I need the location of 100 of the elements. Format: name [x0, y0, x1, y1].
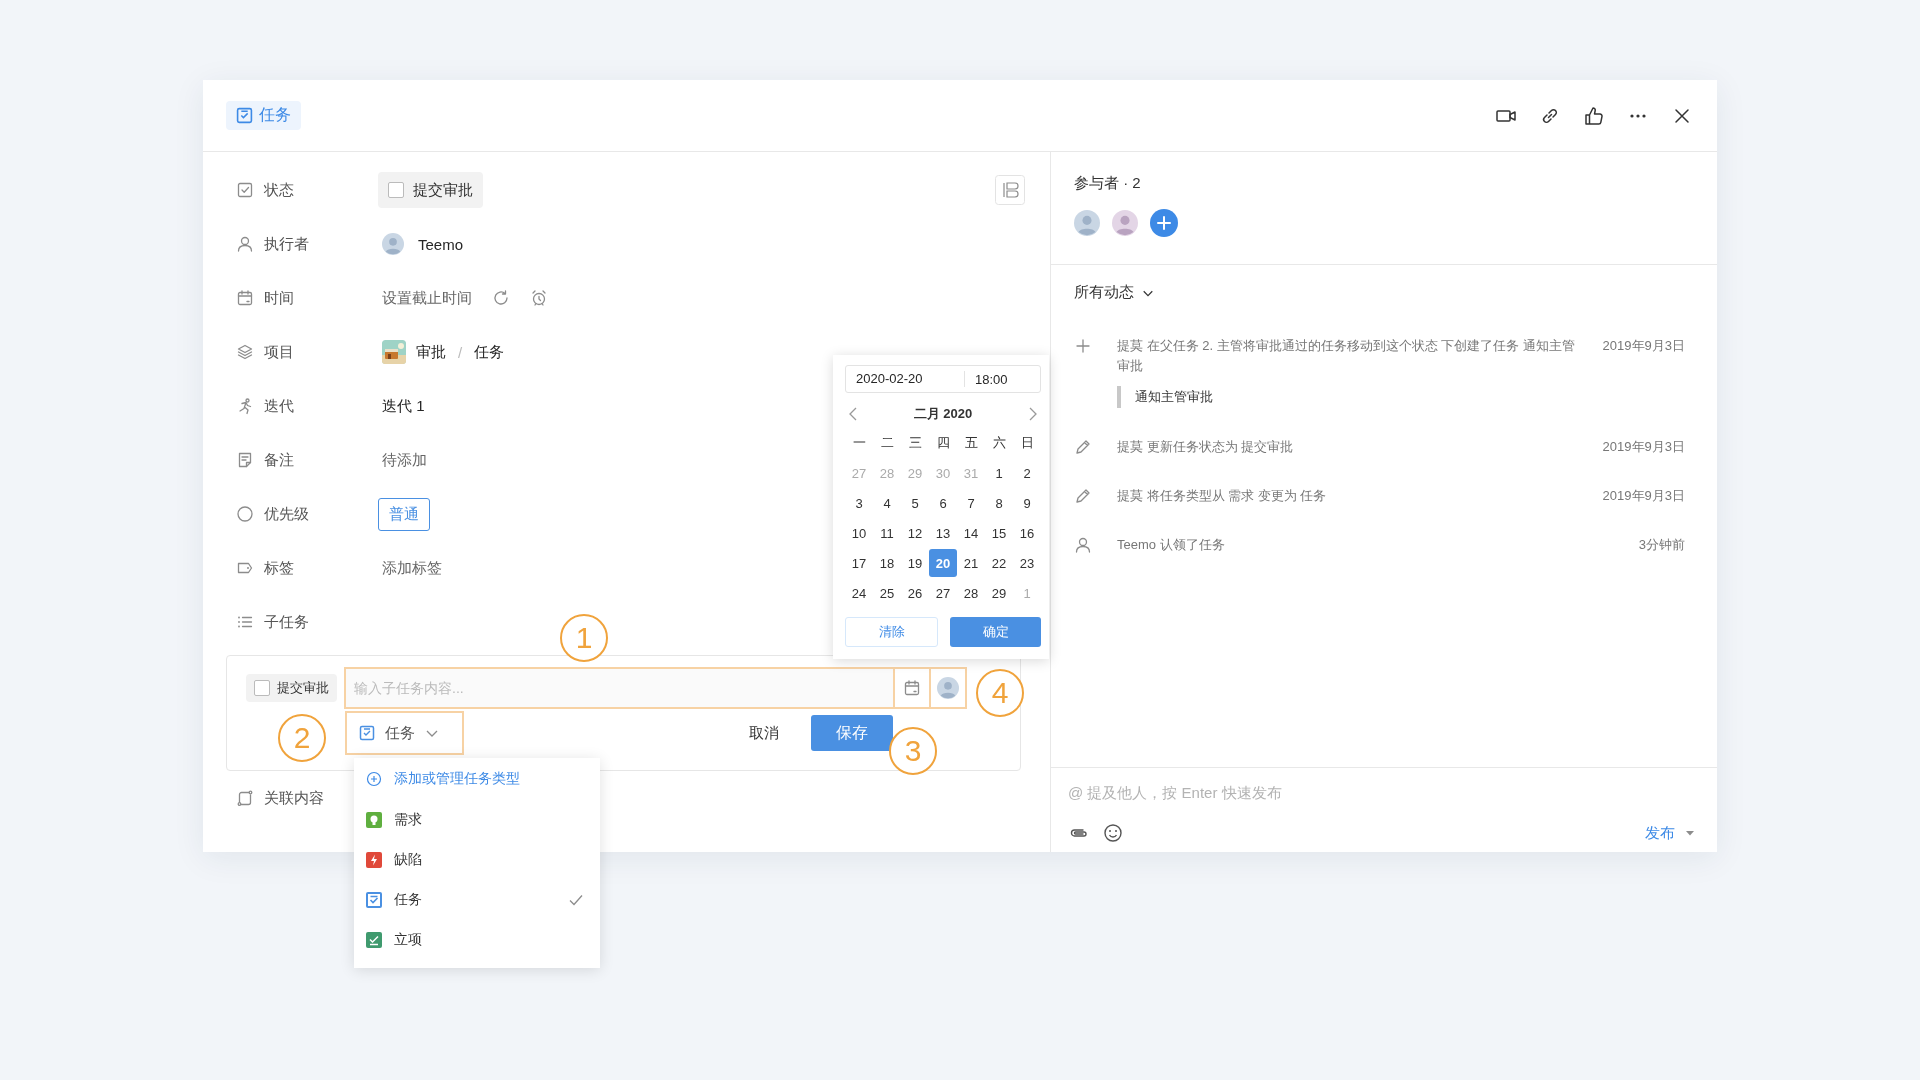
day-cell[interactable]: 6: [929, 489, 957, 517]
day-cell[interactable]: 29: [985, 579, 1013, 607]
field-value[interactable]: 待添加: [382, 450, 427, 470]
activity-time: 2019年9月3日: [1602, 487, 1685, 505]
due-date-link[interactable]: 设置截止时间: [382, 288, 472, 308]
day-cell[interactable]: 13: [929, 519, 957, 547]
caret-icon: [1685, 828, 1695, 838]
chevron-right-icon[interactable]: [1027, 407, 1039, 421]
day-cell[interactable]: 16: [1013, 519, 1041, 547]
day-cell[interactable]: 4: [873, 489, 901, 517]
field-label: 子任务: [264, 612, 309, 632]
weekday-label: 五: [963, 434, 979, 452]
day-cell[interactable]: 9: [1013, 489, 1041, 517]
day-cell[interactable]: 2: [1013, 459, 1041, 487]
project-link[interactable]: 审批: [416, 342, 446, 362]
date-button[interactable]: [893, 667, 931, 709]
checkbox[interactable]: [388, 182, 404, 198]
chevron-left-icon[interactable]: [847, 407, 859, 421]
assignee-button[interactable]: [929, 667, 967, 709]
activity-text: Teemo 认领了任务: [1117, 536, 1226, 554]
activity-time: 3分钟前: [1638, 536, 1685, 554]
weekday-label: 日: [1019, 434, 1035, 452]
menu-item[interactable]: 添加或管理任务类型: [354, 764, 600, 794]
publish-button[interactable]: 发布: [1645, 823, 1695, 843]
day-cell[interactable]: 3: [845, 489, 873, 517]
section-link[interactable]: 任务: [474, 342, 505, 362]
day-cell[interactable]: 12: [901, 519, 929, 547]
field-label: 执行者: [264, 234, 309, 254]
pencil-icon: [1074, 438, 1092, 456]
field-value[interactable]: 添加标签: [382, 558, 442, 578]
person-icon: [1074, 536, 1092, 554]
field-label: 关联内容: [264, 788, 324, 808]
day-cell[interactable]: 27: [929, 579, 957, 607]
weekday-label: 三: [907, 434, 923, 452]
date-field[interactable]: 2020-02-20: [846, 371, 965, 387]
day-cell[interactable]: 23: [1013, 549, 1041, 577]
menu-item[interactable]: 立项: [354, 920, 600, 960]
weekday-label: 一: [851, 434, 867, 452]
emoji-icon[interactable]: [1102, 822, 1124, 844]
callout-number: 3: [889, 727, 937, 775]
day-cell[interactable]: 5: [901, 489, 929, 517]
status-toggle[interactable]: 提交审批: [246, 674, 337, 702]
avatar: [382, 233, 404, 255]
layout-icon[interactable]: [995, 175, 1025, 205]
cancel-button[interactable]: 取消: [745, 717, 783, 749]
callout-number: 1: [560, 614, 608, 662]
weekday-label: 四: [935, 434, 951, 452]
day-cell[interactable]: 8: [985, 489, 1013, 517]
day-cell[interactable]: 15: [985, 519, 1013, 547]
calendar-icon: [236, 289, 254, 307]
type-dropdown[interactable]: 任务: [345, 711, 464, 755]
day-cell[interactable]: 22: [985, 549, 1013, 577]
activity-time: 2019年9月3日: [1602, 438, 1685, 456]
month-title: 二月 2020: [913, 405, 973, 423]
pencil-icon: [1074, 487, 1092, 505]
checkbox-icon: [236, 181, 254, 199]
day-cell[interactable]: 24: [845, 579, 873, 607]
weekday-label: 六: [991, 434, 1007, 452]
field-value[interactable]: 迭代 1: [382, 396, 425, 416]
thumbs-up-icon[interactable]: [1583, 104, 1605, 127]
task-icon: [359, 725, 375, 741]
alarm-clock-icon[interactable]: [530, 289, 548, 307]
day-cell[interactable]: 1: [985, 459, 1013, 487]
day-cell[interactable]: 26: [901, 579, 929, 607]
field-label: 迭代: [264, 396, 294, 416]
quote-block: 通知主管审批: [1117, 386, 1213, 408]
calendar-icon: [903, 679, 921, 697]
callout-number: 4: [976, 669, 1024, 717]
activity-text: 提莫 更新任务状态为 提交审批: [1117, 438, 1295, 456]
input-field[interactable]: 输入子任务内容...: [344, 667, 895, 709]
checkbox[interactable]: [254, 680, 270, 696]
clear-button[interactable]: 清除: [845, 617, 938, 647]
day-cell[interactable]: 11: [873, 519, 901, 547]
circle-icon: [236, 505, 254, 523]
add-icon[interactable]: [1150, 209, 1178, 237]
menu-item[interactable]: 任务: [354, 880, 600, 920]
time-field[interactable]: 18:00: [965, 371, 1008, 387]
day-cell[interactable]: 17: [845, 549, 873, 577]
day-cell[interactable]: 19: [901, 549, 929, 577]
day-cell[interactable]: 28: [957, 579, 985, 607]
menu-item[interactable]: 需求: [354, 800, 600, 840]
day-cell[interactable]: 14: [957, 519, 985, 547]
menu-item[interactable]: 缺陷: [354, 840, 600, 880]
plus-icon: [1074, 337, 1092, 355]
repeat-icon[interactable]: [492, 289, 510, 307]
activity-text: 提莫 在父任务 2. 主管将审批通过的任务移动到这个状态 下创建了任务 通知主管审批: [1117, 337, 1576, 375]
activity-filter[interactable]: 所有动态: [1074, 283, 1154, 302]
activity-time: 2019年9月3日: [1602, 337, 1685, 355]
task-icon: [236, 107, 253, 124]
status-toggle[interactable]: 提交审批: [378, 172, 483, 208]
add-icon: [366, 771, 382, 787]
day-cell[interactable]: 21: [957, 549, 985, 577]
day-cell[interactable]: 18: [873, 549, 901, 577]
field-label: 备注: [264, 450, 294, 470]
assignee-name[interactable]: Teemo: [418, 235, 464, 253]
day-cell[interactable]: 7: [957, 489, 985, 517]
day-cell[interactable]: 25: [873, 579, 901, 607]
day-cell[interactable]: 10: [845, 519, 873, 547]
note-icon: [236, 451, 254, 469]
weekday-label: 二: [879, 434, 895, 452]
